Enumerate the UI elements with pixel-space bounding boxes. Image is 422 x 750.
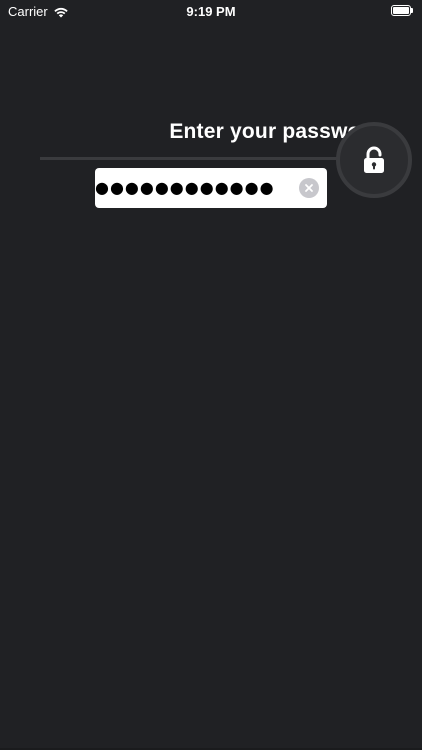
password-input[interactable]: ●●●●●●●●●●●● <box>95 168 285 208</box>
password-field[interactable]: ●●●●●●●●●●●● <box>95 168 327 208</box>
status-bar: Carrier 9:19 PM <box>0 0 422 22</box>
battery-tip <box>411 8 413 13</box>
status-time: 9:19 PM <box>186 4 236 19</box>
clear-icon <box>305 184 313 192</box>
lock-icon <box>364 146 384 173</box>
battery-body <box>391 5 411 16</box>
prompt-divider <box>40 157 340 160</box>
battery-icon <box>391 5 413 16</box>
clear-button[interactable] <box>299 178 319 198</box>
battery-fill <box>393 7 409 14</box>
lock-screen: Carrier 9:19 PM Enter your password ●●●●… <box>0 0 422 750</box>
unlock-button[interactable] <box>336 122 412 198</box>
password-prompt: Enter your password <box>169 120 382 143</box>
